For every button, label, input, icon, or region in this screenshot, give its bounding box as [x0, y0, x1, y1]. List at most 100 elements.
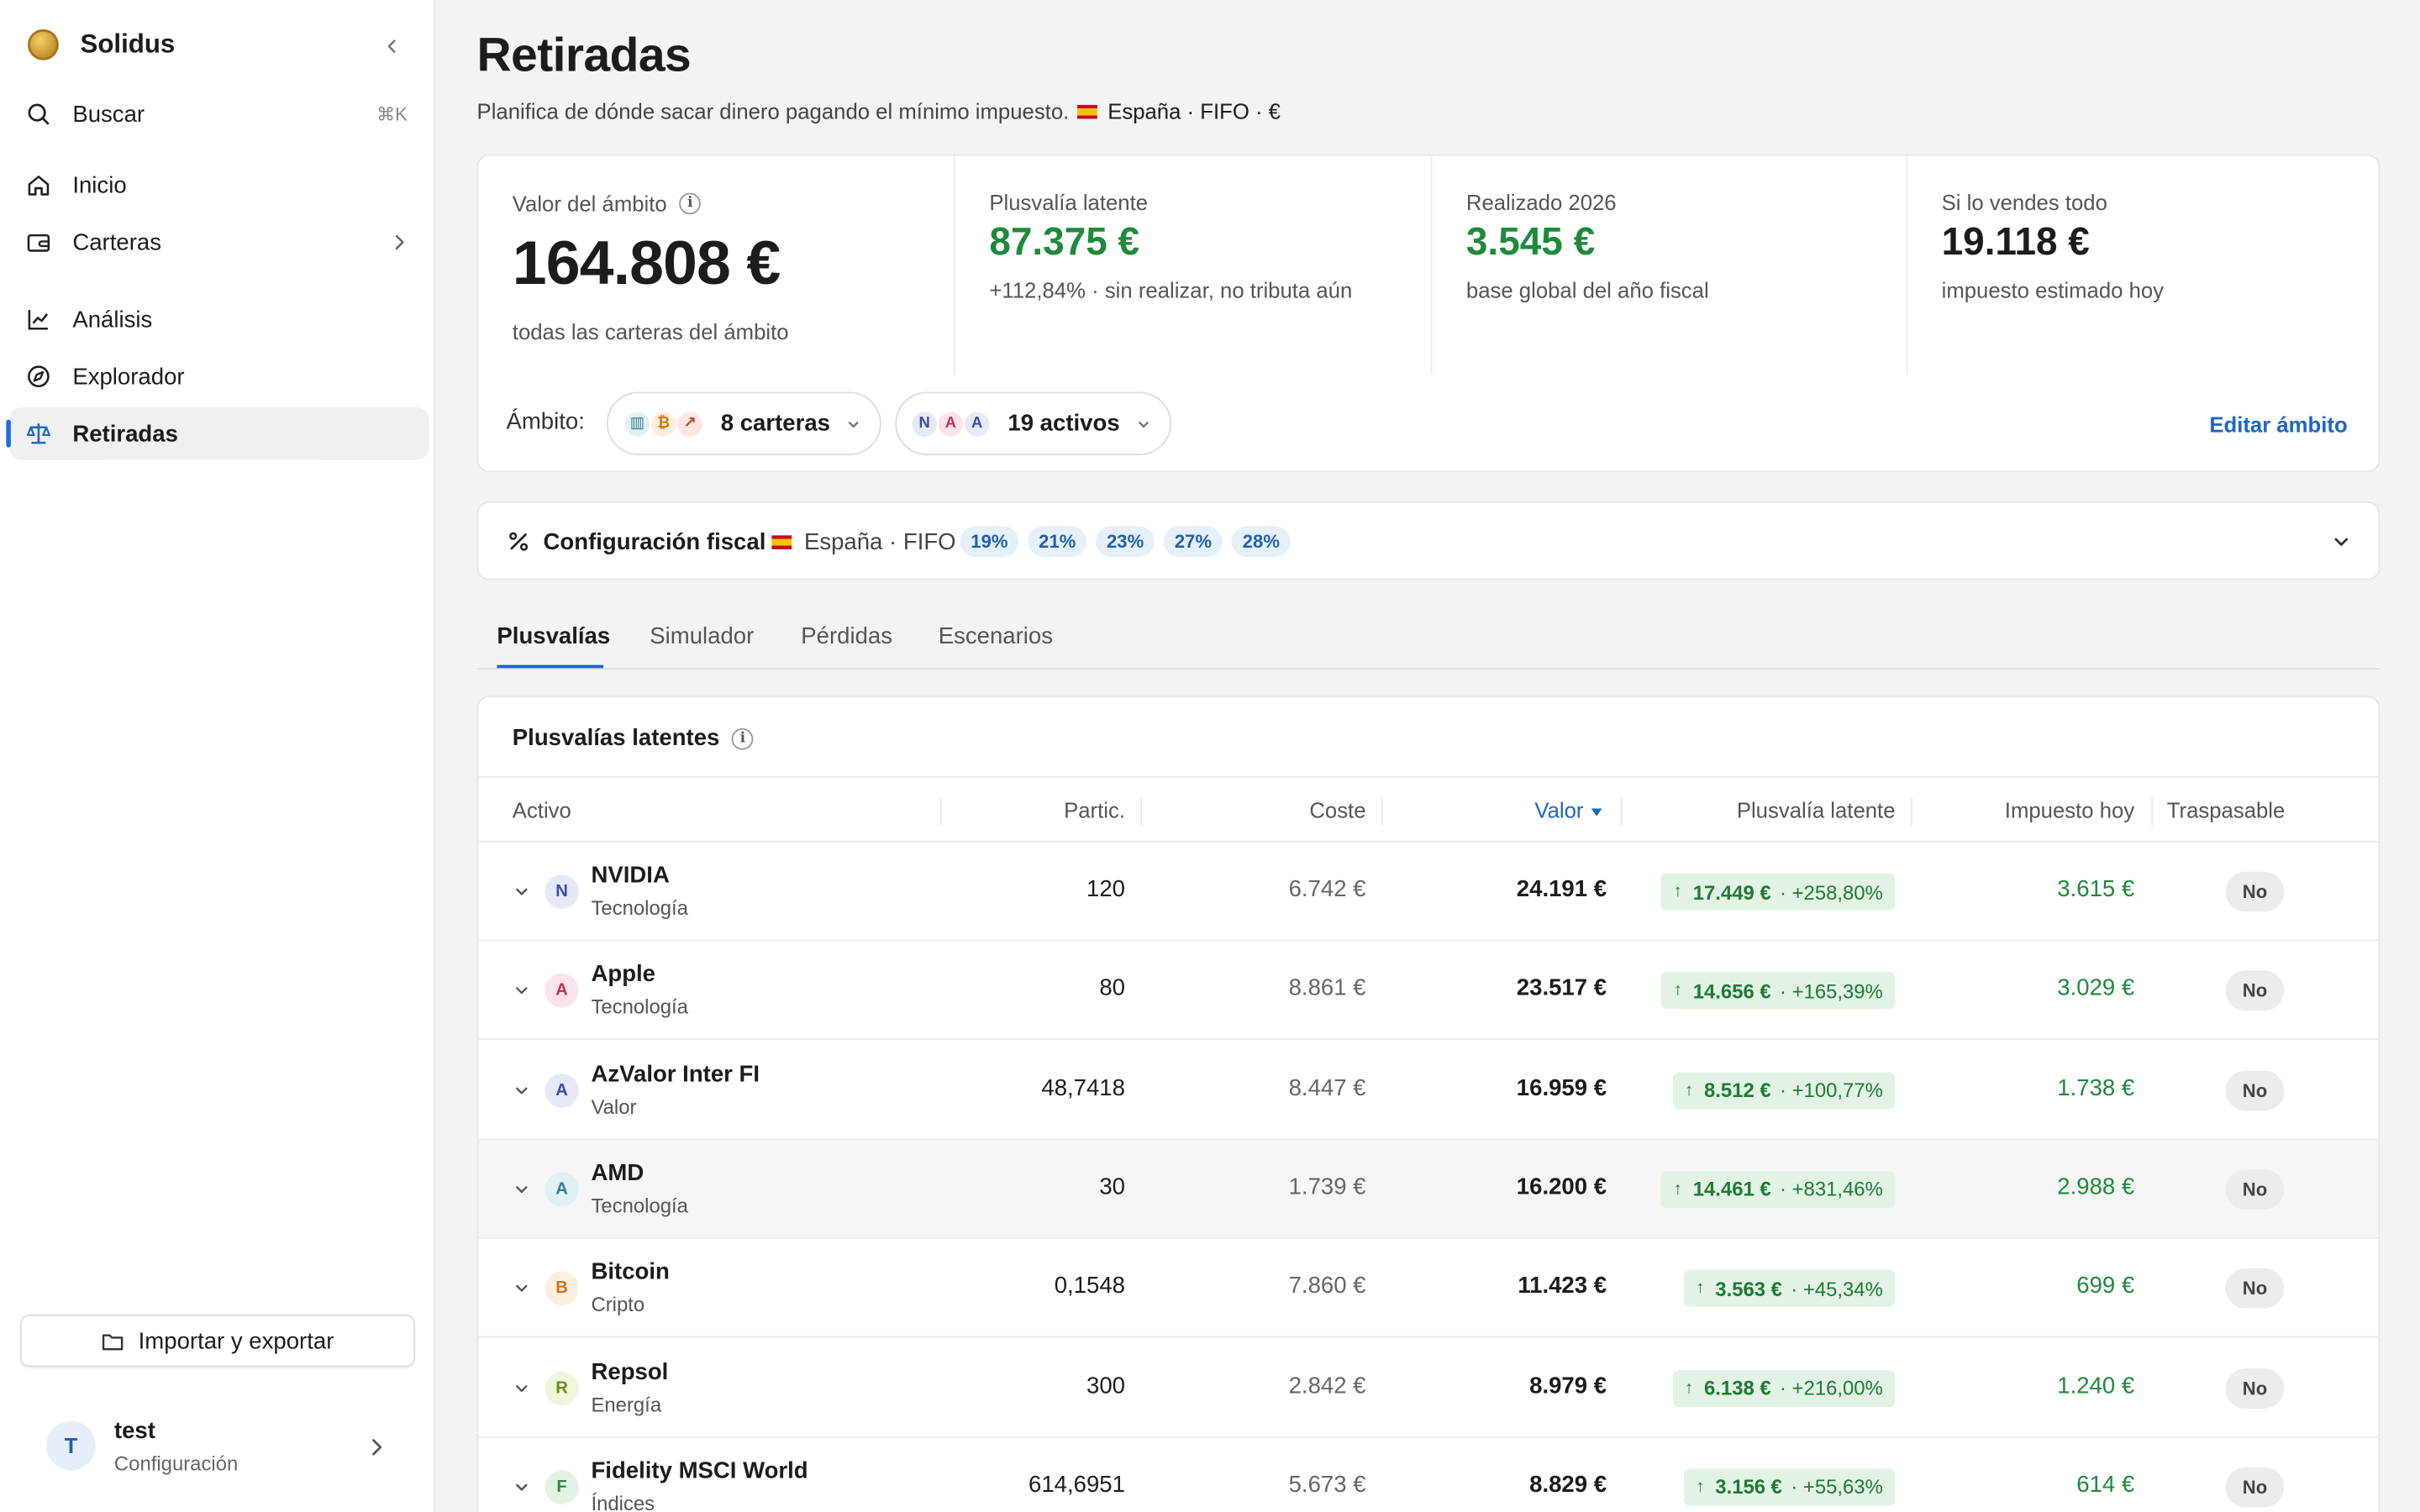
arrow-up-icon: ↑	[1685, 1378, 1694, 1398]
cell-coste: 2.842 €	[1288, 1372, 1366, 1399]
tax-rate-badges: 19% 21% 23% 27% 28%	[960, 526, 1299, 558]
stat-value: 164.808 €	[512, 229, 781, 298]
stat-subtitle: todas las carteras del ámbito	[512, 319, 789, 344]
cell-partic: 0,1548	[1054, 1273, 1125, 1299]
cell-impuesto: 2.988 €	[2057, 1173, 2135, 1200]
cell-valor: 16.959 €	[1516, 1074, 1607, 1101]
table-row[interactable]: A AMD Tecnología 30 1.739 € 16.200 € ↑ 14.461 €…	[478, 1140, 2379, 1239]
stat-plusvalia-latente: Plusvalía latente 87.375 € +112,84% · si…	[954, 155, 1431, 375]
cell-impuesto: 1.240 €	[2057, 1372, 2135, 1399]
column-header-activo[interactable]: Activo	[513, 798, 571, 822]
sidebar-item-analisis[interactable]: Análisis	[9, 293, 429, 345]
active-tab-indicator	[497, 664, 604, 669]
chevron-down-icon[interactable]	[2332, 533, 2350, 551]
column-divider	[1620, 797, 1623, 826]
asset-name[interactable]: AMD	[591, 1160, 644, 1186]
tax-rate-badge: 28%	[1231, 526, 1291, 558]
cell-valor: 8.979 €	[1529, 1372, 1607, 1399]
chevron-down-icon[interactable]	[513, 1378, 531, 1397]
asset-name[interactable]: Repsol	[591, 1358, 668, 1384]
gain-badge: ↑ 6.138 € · +216,00%	[1672, 1369, 1896, 1407]
fiscal-config-panel[interactable]: Configuración fiscal España · FIFO 19% 2…	[476, 501, 2381, 580]
column-header-valor[interactable]: Valor	[1534, 798, 1583, 822]
gain-percent: · +165,39%	[1780, 979, 1883, 1003]
chevron-down-icon[interactable]	[513, 1081, 531, 1100]
chevron-down-icon[interactable]	[513, 982, 531, 1000]
sidebar-item-carteras[interactable]: Carteras	[9, 216, 429, 268]
gain-percent: · +258,80%	[1780, 879, 1883, 904]
column-divider	[2151, 797, 2154, 826]
table-row[interactable]: A AzValor Inter FI Valor 48,7418 8.447 € 16.9…	[478, 1041, 2379, 1140]
column-header-coste[interactable]: Coste	[1309, 798, 1365, 822]
sidebar-item-label: Análisis	[72, 306, 153, 333]
cell-coste: 8.447 €	[1288, 1074, 1366, 1101]
spain-flag-icon	[771, 535, 792, 549]
tab-escenarios[interactable]: Escenarios	[939, 623, 1053, 649]
stat-subtitle: +112,84% · sin realizar, no tributa aún	[989, 277, 1353, 302]
tab-plusvalias[interactable]: Plusvalías	[497, 623, 610, 649]
activos-count: 19 activos	[1007, 410, 1120, 437]
sidebar: Solidus Buscar ⌘K Inicio Carteras Anális…	[0, 0, 435, 1512]
compass-icon	[28, 365, 50, 388]
chevron-down-icon[interactable]	[513, 883, 531, 901]
asset-name[interactable]: Apple	[591, 962, 655, 988]
info-icon[interactable]: i	[732, 727, 754, 749]
edit-scope-link[interactable]: Editar ámbito	[2209, 412, 2347, 436]
arrow-up-icon: ↑	[1673, 1179, 1682, 1199]
tax-rate-badge: 23%	[1096, 526, 1155, 558]
bitcoin-icon: ₿	[650, 409, 678, 438]
user-subtitle: Configuración	[113, 1452, 239, 1475]
column-header-traspasable[interactable]: Traspasable	[2167, 798, 2286, 822]
chevron-down-icon[interactable]	[513, 1180, 531, 1199]
table-row[interactable]: B Bitcoin Cripto 0,1548 7.860 € 11.423 € ↑ 3.56…	[478, 1239, 2379, 1338]
sidebar-item-retiradas[interactable]: Retiradas	[9, 407, 429, 460]
scope-label: Ámbito:	[506, 408, 585, 435]
collapse-sidebar-button[interactable]	[376, 31, 408, 62]
carteras-selector[interactable]: ▥ ₿ ↗ 8 carteras	[606, 391, 881, 455]
asset-name[interactable]: Bitcoin	[591, 1259, 669, 1285]
chevron-down-icon[interactable]	[513, 1279, 531, 1298]
coin-logo-icon	[28, 29, 59, 60]
cell-partic: 300	[1086, 1372, 1125, 1399]
table-row[interactable]: A Apple Tecnología 80 8.861 € 23.517 € ↑ 14.656…	[478, 942, 2379, 1041]
activos-selector[interactable]: N A A 19 activos	[895, 391, 1171, 455]
cell-coste: 8.861 €	[1288, 975, 1366, 1002]
cell-coste: 1.739 €	[1288, 1173, 1366, 1200]
sort-desc-icon	[1591, 808, 1602, 816]
user-settings-button[interactable]: T test Configuración	[22, 1404, 417, 1490]
import-export-label: Importar y exportar	[138, 1327, 334, 1354]
asset-name[interactable]: NVIDIA	[591, 863, 669, 889]
column-divider	[1910, 797, 1912, 826]
brand[interactable]: Solidus	[28, 24, 175, 65]
gain-percent: · +831,46%	[1780, 1178, 1883, 1201]
asset-name[interactable]: Fidelity MSCI World	[591, 1457, 808, 1483]
chevron-down-icon	[848, 421, 859, 428]
arrow-up-icon: ↑	[1673, 981, 1682, 1000]
table-row[interactable]: R Repsol Energía 300 2.842 € 8.979 € ↑ 6.138 € …	[478, 1338, 2379, 1437]
column-header-plusvalia[interactable]: Plusvalía latente	[1737, 798, 1896, 822]
tab-perdidas[interactable]: Pérdidas	[801, 623, 892, 649]
asset-avatar: B	[544, 1271, 579, 1306]
sidebar-item-inicio[interactable]: Inicio	[9, 159, 429, 211]
sidebar-item-explorador[interactable]: Explorador	[9, 350, 429, 402]
search-shortcut: ⌘K	[376, 103, 408, 125]
asset-name[interactable]: AzValor Inter FI	[591, 1061, 760, 1087]
table-row[interactable]: N NVIDIA Tecnología 120 6.742 € 24.191 € ↑ 17.4…	[478, 843, 2379, 942]
info-icon[interactable]: i	[679, 192, 702, 215]
stat-label: Si lo vendes todo	[1941, 189, 2107, 215]
chevron-down-icon[interactable]	[513, 1478, 531, 1496]
cell-valor: 8.829 €	[1529, 1471, 1607, 1499]
column-header-partic[interactable]: Partic.	[1064, 798, 1125, 822]
asset-avatar: N	[544, 874, 579, 909]
scope-summary-card: Valor del ámbito i 164.808 € todas las ca…	[476, 154, 2381, 473]
table-row[interactable]: F Fidelity MSCI World Índices 614,6951 5.673…	[478, 1437, 2378, 1512]
gain-amount: 17.449 €	[1692, 879, 1771, 904]
gain-badge: ↑ 14.461 € · +831,46%	[1661, 1170, 1896, 1208]
chevron-down-icon	[1138, 421, 1148, 428]
import-export-button[interactable]: Importar y exportar	[19, 1314, 416, 1368]
cell-impuesto: 1.738 €	[2057, 1074, 2135, 1101]
search-button[interactable]: Buscar ⌘K	[9, 88, 429, 140]
tab-simulador[interactable]: Simulador	[650, 623, 754, 649]
stat-label-text: Valor del ámbito	[512, 191, 667, 217]
column-header-impuesto[interactable]: Impuesto hoy	[2005, 798, 2134, 822]
